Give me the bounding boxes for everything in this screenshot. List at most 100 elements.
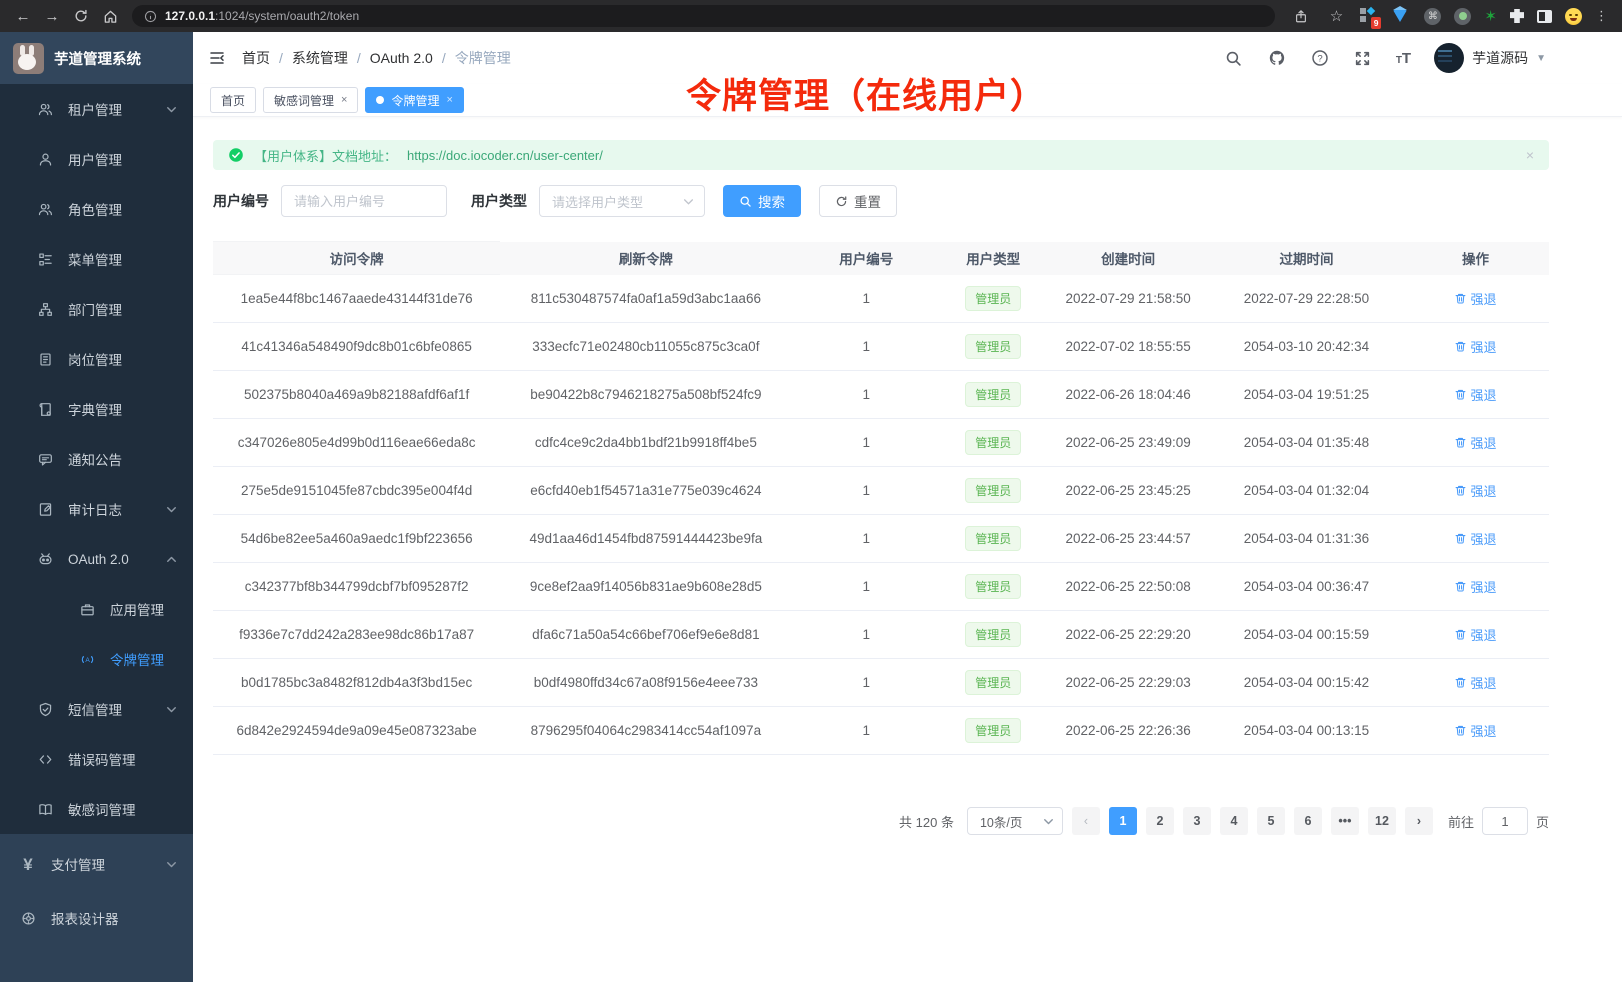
share-icon[interactable] [1290,5,1312,27]
app-logo[interactable]: 芋道管理系统 [0,32,193,84]
user-menu[interactable]: 芋道源码 ▼ [1434,43,1546,73]
sidebar-item-label: OAuth 2.0 [68,552,129,567]
goto-unit: 页 [1536,812,1549,831]
annotation-overlay: 令牌管理（在线用户） [686,68,1046,119]
force-logout-button[interactable]: 强退 [1454,673,1496,692]
page-size-select[interactable]: 10条/页 [967,807,1063,835]
action-cell: 强退 [1402,323,1549,371]
force-logout-button[interactable]: 强退 [1454,337,1496,356]
font-size-icon[interactable]: TT [1396,50,1411,67]
sidebar-item-post[interactable]: 岗位管理 [0,334,193,384]
split-view-icon[interactable] [1537,10,1552,23]
fullscreen-icon[interactable] [1353,48,1373,68]
command-extension-icon[interactable]: ⌘ [1424,8,1441,25]
green-star-extension-icon[interactable]: ✶ [1484,7,1497,25]
force-logout-button[interactable]: 强退 [1454,577,1496,596]
sidebar-item-sensitive-word[interactable]: 敏感词管理 [0,784,193,834]
github-icon[interactable] [1267,48,1287,68]
shield-icon [37,701,53,717]
created-time-cell: 2022-06-25 23:49:09 [1045,419,1211,467]
close-tab-icon[interactable]: × [341,94,347,106]
sidebar-item-oauth2-token[interactable]: A令牌管理 [0,634,193,684]
page-button-6[interactable]: 6 [1294,807,1322,835]
force-logout-button[interactable]: 强退 [1454,289,1496,308]
sidebar-item-sms[interactable]: 短信管理 [0,684,193,734]
access-token-cell: f9336e7c7dd242a283ee98dc86b17a87 [213,611,500,659]
reset-button[interactable]: 重置 [819,185,897,217]
force-logout-button[interactable]: 强退 [1454,529,1496,548]
user-type-cell: 管理员 [941,611,1045,659]
goto-page-input[interactable] [1482,807,1528,835]
force-logout-button[interactable]: 强退 [1454,433,1496,452]
site-info-icon[interactable] [144,10,157,23]
breadcrumb-item[interactable]: 首页 [242,48,270,68]
tab-label: 首页 [221,92,245,109]
user-type-select[interactable]: 请选择用户类型 [539,185,705,217]
user-type-cell: 管理员 [941,275,1045,323]
breadcrumb-item[interactable]: OAuth 2.0 [370,50,433,66]
sidebar-item-oauth2-app[interactable]: 应用管理 [0,584,193,634]
forward-icon[interactable]: → [41,5,63,27]
extensions-grid-icon[interactable]: 9 [1360,8,1376,24]
action-cell: 强退 [1402,611,1549,659]
sidebar-item-report[interactable]: 报表设计器 [0,891,193,945]
sidebar-item-audit-log[interactable]: 审计日志 [0,484,193,534]
collapse-sidebar-icon[interactable] [208,50,226,66]
sidebar-item-error-code[interactable]: 错误码管理 [0,734,193,784]
bookmark-star-icon[interactable]: ☆ [1325,5,1347,27]
address-bar[interactable]: 127.0.0.1:1024/system/oauth2/token [132,5,1275,27]
browser-chrome: ← → 127.0.0.1:1024/system/oauth2/token ☆… [0,0,1622,32]
table-row: 41c41346a548490f9dc8b01c6bfe0865333ecfc7… [213,323,1549,371]
puzzle-extensions-icon[interactable] [1510,9,1524,23]
sidebar-item-menu[interactable]: 菜单管理 [0,234,193,284]
force-logout-button[interactable]: 强退 [1454,385,1496,404]
tab-home[interactable]: 首页 [210,87,256,113]
expire-time-cell: 2054-03-04 00:15:59 [1211,611,1402,659]
sidebar-item-notice[interactable]: 通知公告 [0,434,193,484]
help-icon[interactable]: ? [1310,48,1330,68]
close-tab-icon[interactable]: × [446,94,452,106]
table-header-cell: 刷新令牌 [500,242,791,275]
page-button-12[interactable]: 12 [1368,807,1396,835]
force-logout-button[interactable]: 强退 [1454,481,1496,500]
page-button-2[interactable]: 2 [1146,807,1174,835]
back-icon[interactable]: ← [12,5,34,27]
recorder-extension-icon[interactable] [1454,8,1471,25]
breadcrumb-item: 令牌管理 [455,48,511,68]
next-page-button[interactable]: › [1405,807,1433,835]
page-button-1[interactable]: 1 [1109,807,1137,835]
reload-icon[interactable] [70,5,92,27]
tab-oauth2-token[interactable]: 令牌管理× [365,87,463,113]
page-ellipsis[interactable]: ••• [1331,807,1359,835]
alert-link[interactable]: https://doc.iocoder.cn/user-center/ [407,148,603,163]
user-id-input[interactable] [281,185,447,217]
sidebar-item-user[interactable]: 用户管理 [0,134,193,184]
close-alert-icon[interactable]: × [1526,147,1534,163]
browser-profile-icon[interactable] [1565,8,1582,25]
user-id-cell: 1 [791,707,941,755]
sidebar-item-oauth2[interactable]: OAuth 2.0 [0,534,193,584]
page-button-3[interactable]: 3 [1183,807,1211,835]
force-logout-button[interactable]: 强退 [1454,721,1496,740]
sidebar-item-pay[interactable]: ¥支付管理 [0,837,193,891]
page-button-4[interactable]: 4 [1220,807,1248,835]
user-type-cell: 管理员 [941,323,1045,371]
tab-sensitive-word[interactable]: 敏感词管理× [263,87,358,113]
breadcrumb-item[interactable]: 系统管理 [292,48,348,68]
prev-page-button[interactable]: ‹ [1072,807,1100,835]
table-row: 502375b8040a469a9b82188afdf6af1fbe90422b… [213,371,1549,419]
force-logout-button[interactable]: 强退 [1454,625,1496,644]
browser-menu-icon[interactable]: ⋮ [1595,8,1608,24]
sidebar-item-tenant[interactable]: 租户管理 [0,84,193,134]
gem-extension-icon[interactable] [1389,5,1411,27]
home-icon[interactable] [99,5,121,27]
page-button-5[interactable]: 5 [1257,807,1285,835]
search-icon[interactable] [1224,48,1244,68]
sidebar-item-role[interactable]: 角色管理 [0,184,193,234]
force-logout-label: 强退 [1470,625,1496,644]
sidebar-item-dept[interactable]: 部门管理 [0,284,193,334]
chevron-down-icon [1043,816,1054,827]
search-button[interactable]: 搜索 [723,185,801,217]
sidebar-item-label: 岗位管理 [68,349,122,369]
sidebar-item-dict[interactable]: 字典管理 [0,384,193,434]
